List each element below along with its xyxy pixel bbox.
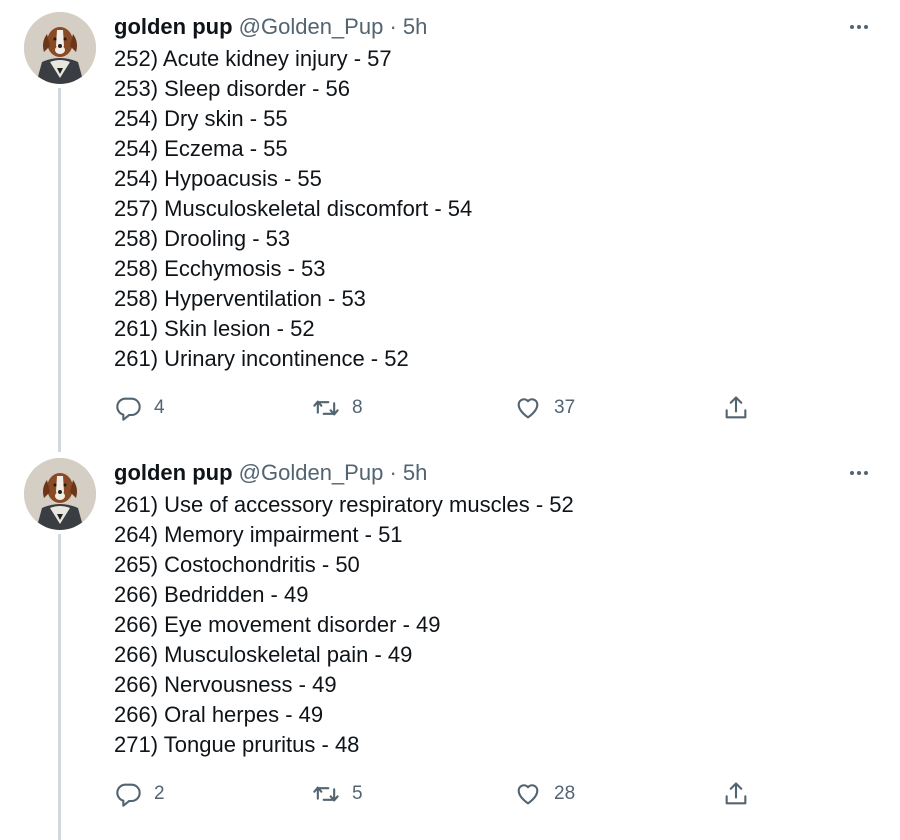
tweet-text: 252) Acute kidney injury - 57 253) Sleep… <box>114 44 472 374</box>
retweet-button[interactable]: 5 <box>312 780 363 808</box>
tweet[interactable]: golden pup @Golden_Pup · 5h 261) Use of … <box>0 446 900 840</box>
dog-portrait-image <box>24 458 96 530</box>
action-bar: 2 5 28 <box>0 775 900 815</box>
reply-count: 4 <box>154 397 165 418</box>
reply-icon <box>116 783 141 807</box>
timestamp[interactable]: 5h <box>403 460 427 485</box>
retweet-icon <box>313 786 339 802</box>
retweet-count: 8 <box>352 397 363 418</box>
tweet-line: 264) Memory impairment - 51 <box>114 522 403 547</box>
tweet-line: 261) Use of accessory respiratory muscle… <box>114 492 574 517</box>
more-icon[interactable] <box>844 460 874 486</box>
tweet-line: 258) Ecchymosis - 53 <box>114 256 326 281</box>
reply-button[interactable]: 4 <box>114 394 165 422</box>
share-button[interactable] <box>722 394 750 422</box>
reply-icon <box>116 397 141 421</box>
tweet-header: golden pup @Golden_Pup · 5h <box>114 456 427 490</box>
tweet-line: 266) Oral herpes - 49 <box>114 702 324 727</box>
tweet-line: 266) Musculoskeletal pain - 49 <box>114 642 413 667</box>
like-button[interactable]: 37 <box>514 394 575 422</box>
author-handle[interactable]: @Golden_Pup <box>239 460 384 485</box>
tweet-line: 265) Costochondritis - 50 <box>114 552 360 577</box>
tweet-line: 254) Eczema - 55 <box>114 136 288 161</box>
share-icon <box>725 782 747 805</box>
share-icon <box>725 396 747 419</box>
author-handle[interactable]: @Golden_Pup <box>239 14 384 39</box>
reply-button[interactable]: 2 <box>114 780 165 808</box>
heart-icon <box>517 398 539 419</box>
avatar[interactable] <box>24 12 96 84</box>
action-bar: 4 8 37 <box>0 389 900 429</box>
header-separator: · <box>389 14 397 39</box>
tweet-line: 258) Drooling - 53 <box>114 226 291 251</box>
tweet-line: 257) Musculoskeletal discomfort - 54 <box>114 196 473 221</box>
tweet-line: 266) Bedridden - 49 <box>114 582 309 607</box>
tweet-line: 271) Tongue pruritus - 48 <box>114 732 360 757</box>
tweet-line: 266) Nervousness - 49 <box>114 672 337 697</box>
share-button[interactable] <box>722 780 750 808</box>
like-button[interactable]: 28 <box>514 780 575 808</box>
author-name[interactable]: golden pup <box>114 14 233 39</box>
tweet-line: 266) Eye movement disorder - 49 <box>114 612 441 637</box>
tweet-line: 261) Urinary incontinence - 52 <box>114 346 409 371</box>
like-count: 37 <box>554 397 576 418</box>
tweet-header: golden pup @Golden_Pup · 5h <box>114 10 427 44</box>
retweet-icon <box>313 400 339 416</box>
header-separator: · <box>389 460 397 485</box>
reply-count: 2 <box>154 783 165 804</box>
like-count: 28 <box>554 783 576 804</box>
tweet-line: 252) Acute kidney injury - 57 <box>114 46 392 71</box>
tweet[interactable]: golden pup @Golden_Pup · 5h 252) Acute k… <box>0 0 900 446</box>
retweet-count: 5 <box>352 783 363 804</box>
tweet-line: 254) Hypoacusis - 55 <box>114 166 322 191</box>
tweet-line: 261) Skin lesion - 52 <box>114 316 315 341</box>
avatar[interactable] <box>24 458 96 530</box>
more-icon[interactable] <box>844 14 874 40</box>
heart-icon <box>517 784 539 805</box>
dog-portrait-image <box>24 12 96 84</box>
tweet-line: 254) Dry skin - 55 <box>114 106 288 131</box>
tweet-line: 253) Sleep disorder - 56 <box>114 76 351 101</box>
author-name[interactable]: golden pup <box>114 460 233 485</box>
tweet-text: 261) Use of accessory respiratory muscle… <box>114 490 574 760</box>
tweet-line: 258) Hyperventilation - 53 <box>114 286 366 311</box>
timestamp[interactable]: 5h <box>403 14 427 39</box>
retweet-button[interactable]: 8 <box>312 394 363 422</box>
